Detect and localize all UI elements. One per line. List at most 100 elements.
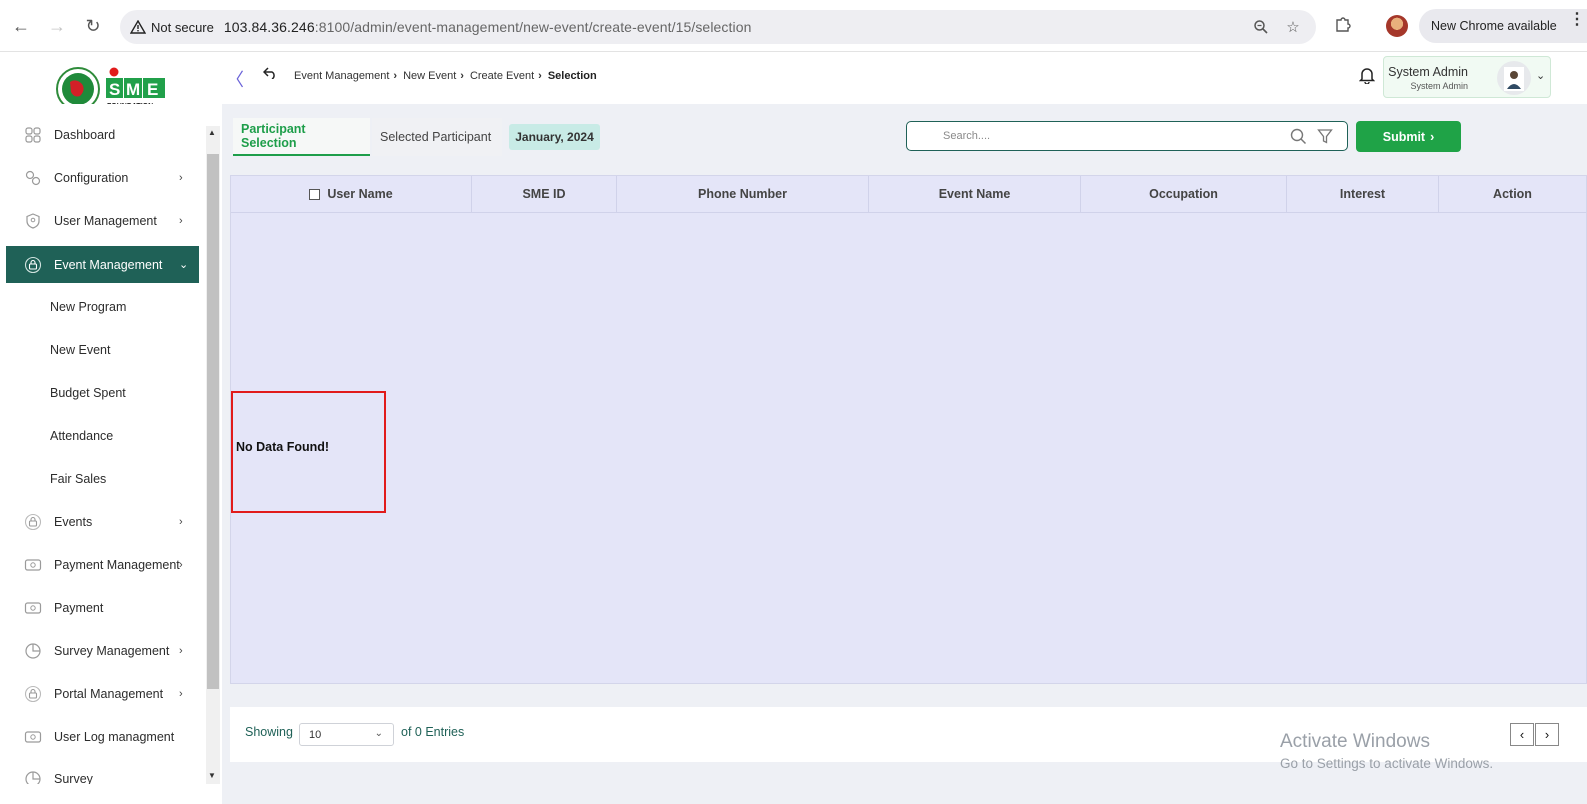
profile-avatar[interactable] [1386,15,1408,37]
breadcrumb: Event Management › New Event › Create Even… [294,70,597,82]
chevron-right-icon: › [1430,129,1435,144]
sidebar-item-label: Portal Management [54,686,164,701]
sidebar-item-label: Events [54,514,93,529]
chevron-right-icon: › [179,644,183,657]
sidebar-item-label: Payment [54,600,104,615]
column-header-phone-number[interactable]: Phone Number [617,176,869,213]
security-label: Not secure [151,19,214,35]
sidebar-subitem-new-program[interactable]: New Program [50,300,126,314]
select-all-checkbox[interactable] [309,188,321,200]
column-header-sme-id[interactable]: SME ID [472,176,617,213]
config-icon [25,170,41,185]
column-header-event-name[interactable]: Event Name [869,176,1081,213]
scroll-down-icon[interactable]: ▼ [208,771,216,780]
security-chip[interactable]: Not secure [130,20,224,35]
sidebar-item-label: Event Management [54,257,163,272]
pie-chart-icon [25,770,41,784]
browser-toolbar: ← → ↻ Not secure 103.84.36.246:8100/admi… [0,0,1587,52]
tab-participant-selection[interactable]: Participant Selection [233,118,370,156]
warning-icon [130,20,146,34]
sidebar-item-configuration[interactable]: Configuration › [6,159,199,196]
sidebar-subitem-attendance[interactable]: Attendance [50,429,113,443]
chrome-menu-icon[interactable]: ⋮ [1569,12,1585,28]
sidebar: Dashboard Configuration › User Managemen… [0,104,206,784]
chevron-down-icon: ⌄ [1536,70,1546,82]
sidebar-subitem-fair-sales[interactable]: Fair Sales [50,472,106,486]
sidebar-item-label: Configuration [54,170,129,185]
chevron-right-icon: › [179,171,183,184]
sidebar-subitem-new-event[interactable]: New Event [50,343,110,357]
sidebar-item-events[interactable]: Events › [6,503,199,540]
sidebar-item-user-log[interactable]: User Log managment [6,718,199,755]
filter-icon[interactable] [1317,128,1333,145]
extensions-icon[interactable] [1334,15,1352,38]
sidebar-item-portal-management[interactable]: Portal Management › [6,675,199,712]
submit-label: Submit [1382,129,1426,144]
sidebar-item-label: Payment Management [54,557,180,572]
submit-button[interactable]: Submit › [1356,121,1461,152]
sidebar-scrollbar-thumb[interactable] [207,154,219,689]
sidebar-item-label: User Log managment [54,729,175,744]
new-chrome-button[interactable]: New Chrome available [1419,9,1587,43]
column-header-user-name[interactable]: User Name [231,176,472,213]
sidebar-collapse-icon[interactable]: 〈 [226,66,244,92]
column-header-occupation[interactable]: Occupation [1081,176,1287,213]
svg-text:M: M [126,80,140,99]
sidebar-item-label: Dashboard [54,127,116,142]
sidebar-subitem-budget-spent[interactable]: Budget Spent [50,386,126,400]
url-path: :8100/admin/event-management/new-event/c… [314,19,752,35]
windows-activation-subtitle: Go to Settings to activate Windows. [1280,756,1494,771]
avatar [1497,61,1531,95]
chevron-right-icon: › [1544,727,1550,742]
breadcrumb-item-selection: Selection [547,70,597,82]
date-badge: January, 2024 [509,124,600,150]
breadcrumb-item-new-event[interactable]: New Event [403,70,456,82]
breadcrumb-item-event-management[interactable]: Event Management [294,70,389,82]
prev-page-button[interactable]: ‹ [1510,723,1534,746]
search-icon[interactable] [1290,128,1307,145]
url-text[interactable]: 103.84.36.246:8100/admin/event-managemen… [224,19,752,35]
next-page-button[interactable]: › [1535,723,1559,746]
chevron-right-icon: › [460,70,464,82]
bookmark-star-icon[interactable]: ☆ [1284,18,1302,36]
sidebar-item-event-management[interactable]: Event Management ⌄ [6,246,199,283]
tab-selected-participant[interactable]: Selected Participant [372,118,502,156]
cash-icon [24,601,42,614]
chevron-right-icon: › [393,70,398,82]
search-input[interactable] [943,128,1273,144]
address-bar[interactable]: Not secure 103.84.36.246:8100/admin/even… [120,10,1316,44]
sidebar-item-survey[interactable]: Survey [6,760,199,784]
column-header-action[interactable]: Action [1439,176,1586,213]
column-header-interest[interactable]: Interest [1287,176,1439,213]
breadcrumb-item-create-event[interactable]: Create Event [470,70,534,82]
zoom-icon[interactable] [1252,18,1270,36]
sidebar-item-dashboard[interactable]: Dashboard [6,116,199,153]
back-arrow-icon[interactable]: ← [8,13,34,39]
svg-text:E: E [147,80,158,99]
reload-icon[interactable]: ↻ [80,13,106,39]
annotation-highlight-box [231,391,386,513]
url-host: 103.84.36.246 [223,19,315,35]
sidebar-item-payment[interactable]: Payment [6,589,199,626]
scroll-up-icon[interactable]: ▲ [208,128,216,137]
user-name: System Admin [1388,65,1468,79]
forward-arrow-icon[interactable]: → [44,13,70,39]
grid-icon [25,126,41,143]
bell-icon[interactable] [1359,66,1375,84]
chevron-right-icon: › [179,558,183,571]
user-profile-menu[interactable]: System Admin System Admin ⌄ [1383,56,1551,98]
showing-label: Showing [245,725,293,739]
undo-back-icon[interactable] [262,66,277,83]
chevron-down-icon: ⌄ [179,259,189,271]
sidebar-item-payment-management[interactable]: Payment Management › [6,546,199,583]
windows-activation-title: Activate Windows [1280,731,1430,752]
sidebar-item-user-management[interactable]: User Management › [6,202,199,239]
page-size-value: 10 [309,728,322,741]
logo-text: S [109,80,120,99]
page-size-select[interactable]: 10 ⌄ [299,723,394,746]
search-box [906,121,1348,151]
chevron-right-icon: › [538,70,542,82]
sidebar-item-survey-management[interactable]: Survey Management › [6,632,199,669]
new-chrome-label: New Chrome available [1431,19,1557,33]
chevron-right-icon: › [179,515,183,528]
